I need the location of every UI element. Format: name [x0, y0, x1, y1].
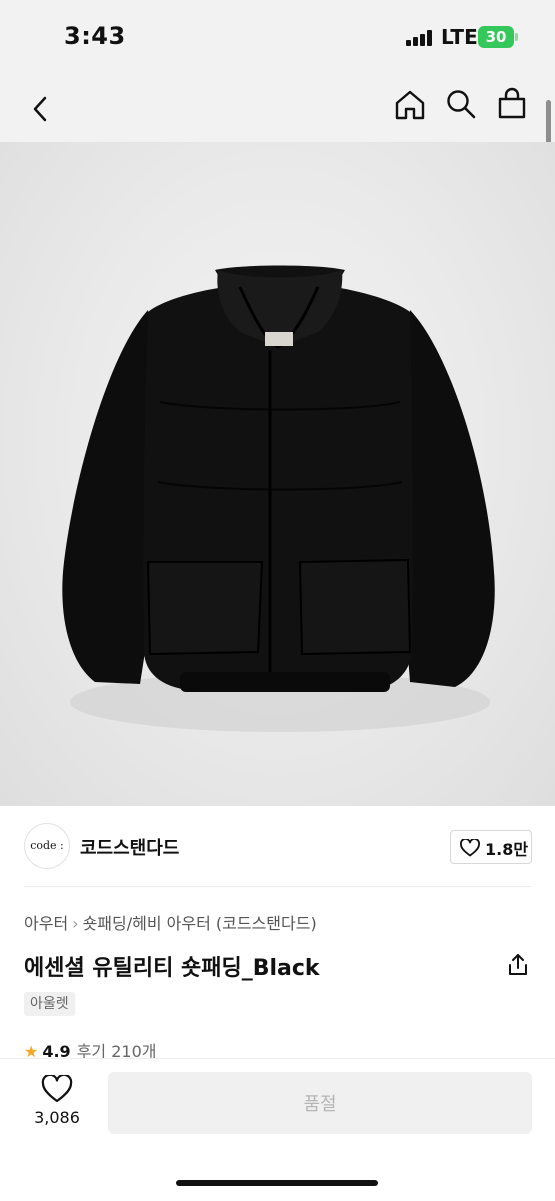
- black-puffer-jacket-image: [62, 265, 495, 732]
- breadcrumb-item[interactable]: 아우터: [24, 914, 68, 933]
- breadcrumb-item[interactable]: 숏패딩/헤비 아우터 (코드스탠다드): [83, 914, 317, 933]
- wishlist-heart-icon[interactable]: [41, 1075, 73, 1103]
- rating-value: 4.9: [42, 1042, 71, 1058]
- brand-name[interactable]: 코드스탠다드: [80, 834, 179, 860]
- back-icon[interactable]: [30, 94, 52, 124]
- outlet-badge: 아울렛: [24, 992, 75, 1016]
- status-time: 3:43: [64, 22, 126, 50]
- review-count: 후기 210개: [76, 1042, 157, 1058]
- rating-row[interactable]: ★ 4.9 후기 210개: [24, 1038, 156, 1058]
- share-icon[interactable]: [507, 953, 529, 977]
- product-title: 에센셜 유틸리티 숏패딩_Black: [24, 956, 320, 981]
- shopping-bag-icon[interactable]: [497, 87, 527, 121]
- navigation-bar: [0, 80, 555, 142]
- signal-icon: [406, 30, 434, 46]
- battery-cap: [515, 33, 518, 41]
- breadcrumb: 아우터 › 숏패딩/헤비 아우터 (코드스탠다드): [24, 910, 317, 934]
- brand-like-button[interactable]: 1.8만: [450, 830, 532, 864]
- home-icon[interactable]: [393, 88, 427, 122]
- battery-icon: 30: [478, 26, 514, 48]
- brand-logo[interactable]: code :: [24, 823, 70, 869]
- brand-like-count: 1.8만: [485, 840, 529, 859]
- heart-icon: [460, 839, 480, 857]
- home-indicator: [176, 1180, 378, 1186]
- wishlist-count: 3,086: [34, 1108, 80, 1127]
- star-icon: ★: [24, 1042, 39, 1058]
- network-label: LTE: [441, 25, 478, 49]
- search-icon[interactable]: [445, 88, 477, 120]
- divider: [24, 886, 531, 887]
- product-image[interactable]: [0, 142, 555, 806]
- chevron-right-icon: ›: [72, 914, 79, 933]
- sold-out-button[interactable]: 품절: [108, 1072, 532, 1134]
